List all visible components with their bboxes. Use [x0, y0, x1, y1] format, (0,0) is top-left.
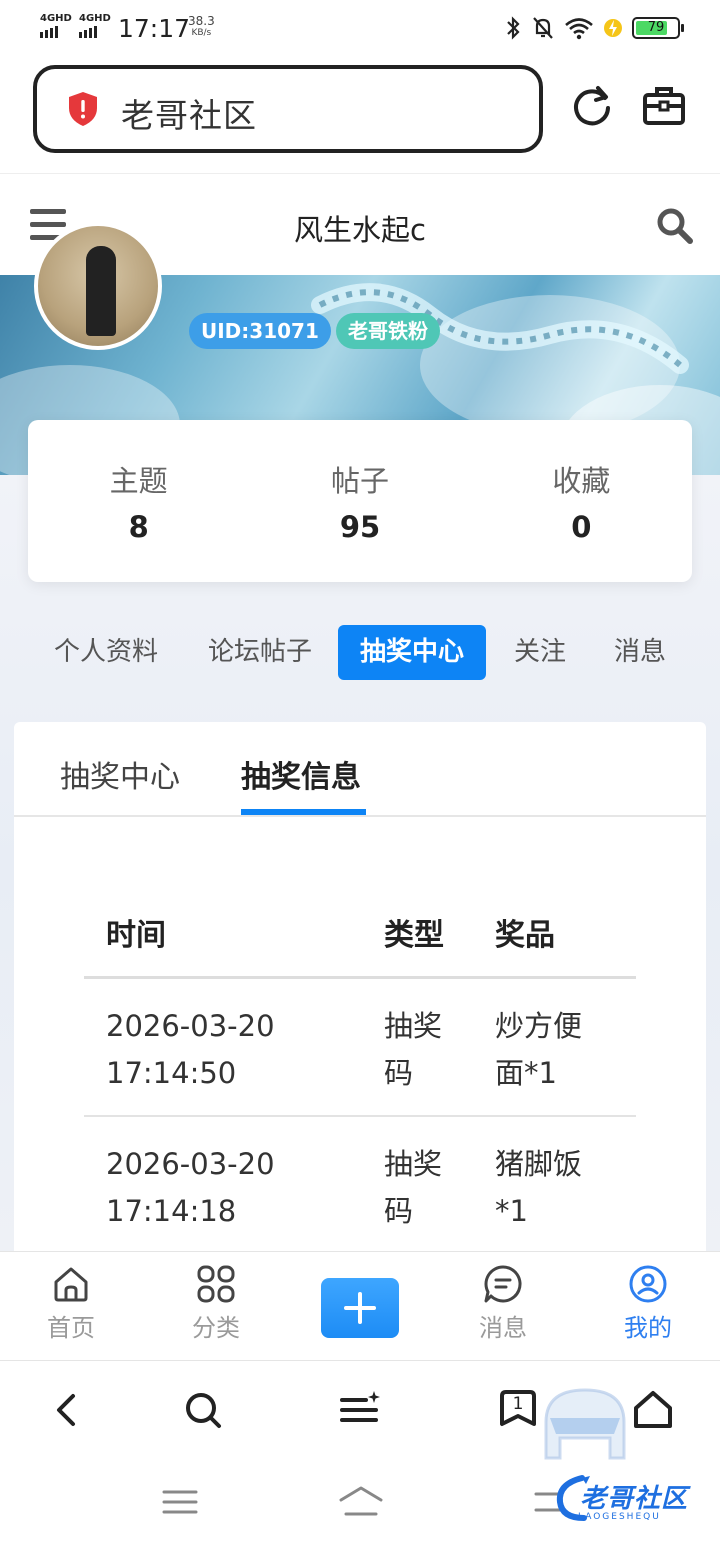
table-row: 2026-03-20 17:14:18 抽奖 码 猪脚饭 *1	[84, 1117, 636, 1255]
tab-messages[interactable]: 消息	[592, 625, 688, 680]
signal-icon-2	[79, 26, 97, 38]
bluetooth-icon	[507, 16, 520, 40]
user-icon	[629, 1265, 667, 1303]
stat-topics[interactable]: 主题 8	[28, 420, 249, 582]
subtab-lottery-center[interactable]: 抽奖中心	[60, 752, 180, 796]
nav-categories[interactable]: 分类	[161, 1264, 271, 1343]
stat-value: 8	[128, 510, 149, 544]
watermark-subtext: LAOGESHEQU	[578, 1512, 661, 1522]
nav-mine[interactable]: 我的	[593, 1264, 703, 1343]
cell-date: 2026-03-20	[106, 1147, 275, 1181]
user-group-badge: 老哥铁粉	[336, 313, 440, 349]
network-type-2: 4GHD	[79, 13, 111, 24]
type-line: 码	[384, 1194, 414, 1228]
speed-value: 38.3	[188, 14, 215, 28]
cell-clock: 17:14:18	[106, 1194, 237, 1228]
floating-helmet-icon	[544, 1388, 626, 1460]
column-header-type: 类型	[384, 918, 444, 953]
security-shield-icon[interactable]	[67, 91, 99, 127]
cell-type: 抽奖 码	[384, 1141, 442, 1235]
search-icon[interactable]	[656, 207, 694, 245]
nav-label: 首页	[47, 1314, 95, 1342]
url-text: 老哥社区	[121, 96, 257, 135]
nav-messages[interactable]: 消息	[448, 1264, 558, 1343]
subtab-lottery-info[interactable]: 抽奖信息	[241, 752, 361, 796]
prize-line: 面*1	[495, 1056, 557, 1090]
menu-sparkle-icon[interactable]	[338, 1388, 382, 1432]
signal-icon	[40, 26, 58, 38]
status-bar: 4GHD 4GHD 17:17 38.3 KB/s 79	[0, 0, 720, 58]
battery-percent: 79	[647, 20, 665, 35]
cell-date: 2026-03-20	[106, 1009, 275, 1043]
clock: 17:17	[118, 14, 191, 43]
prize-line: 猪脚饭	[495, 1147, 583, 1181]
tab-following[interactable]: 关注	[492, 625, 588, 680]
column-header-time: 时间	[106, 918, 166, 953]
tabs-icon[interactable]: 1	[496, 1386, 540, 1430]
active-tab-indicator	[241, 809, 366, 815]
browser-toolbar: 1	[0, 1362, 720, 1462]
cell-prize: 炒方便 面*1	[495, 1003, 582, 1097]
system-home-icon[interactable]	[338, 1482, 384, 1522]
prize-line: 炒方便	[495, 1009, 583, 1043]
stat-value: 0	[571, 510, 592, 544]
home-icon	[54, 1267, 88, 1302]
tab-count: 1	[512, 1394, 524, 1414]
url-field[interactable]: 老哥社区	[33, 65, 543, 153]
uid-badge: UID:31071	[189, 313, 331, 349]
stat-label: 帖子	[330, 464, 389, 498]
bell-muted-icon	[533, 17, 553, 39]
cell-time: 2026-03-20 17:14:18	[106, 1141, 275, 1235]
watermark-text: 老哥社区	[580, 1484, 689, 1514]
cell-clock: 17:14:50	[106, 1056, 237, 1090]
lottery-card: 抽奖中心 抽奖信息 时间 类型 奖品 2026-03-20 17:14:50 抽…	[14, 722, 706, 1262]
grid-icon	[197, 1265, 235, 1303]
stats-card: 主题 8 帖子 95 收藏 0	[28, 420, 692, 582]
stat-posts[interactable]: 帖子 95	[249, 420, 470, 582]
stat-value: 95	[339, 510, 381, 544]
app-bottom-nav: 首页 分类 消息 我的	[0, 1251, 720, 1361]
cell-type: 抽奖 码	[384, 1003, 442, 1097]
prize-line: *1	[495, 1194, 528, 1228]
refresh-icon[interactable]	[570, 84, 614, 128]
type-line: 抽奖	[384, 1147, 443, 1181]
site-watermark-logo: 老哥社区 LAOGESHEQU	[552, 1470, 712, 1530]
cell-time: 2026-03-20 17:14:50	[106, 1003, 275, 1097]
nav-label: 我的	[624, 1314, 672, 1342]
table-row: 2026-03-20 17:14:50 抽奖 码 炒方便 面*1	[84, 979, 636, 1117]
tab-profile[interactable]: 个人资料	[32, 625, 180, 680]
lottery-subtabs: 抽奖中心 抽奖信息	[14, 722, 706, 817]
nav-home[interactable]: 首页	[16, 1264, 126, 1343]
network-speed: 38.3 KB/s	[188, 15, 215, 39]
plus-icon[interactable]	[321, 1278, 399, 1338]
stat-label: 主题	[109, 464, 168, 498]
toolbox-icon[interactable]	[642, 84, 686, 128]
browser-address-bar: 老哥社区	[0, 58, 720, 174]
recent-apps-icon[interactable]	[160, 1482, 200, 1522]
nav-label: 分类	[192, 1314, 240, 1342]
search-icon[interactable]	[181, 1388, 225, 1432]
tab-forum-posts[interactable]: 论坛帖子	[186, 625, 334, 680]
type-line: 码	[384, 1056, 414, 1090]
back-icon[interactable]	[45, 1388, 89, 1432]
avatar[interactable]	[34, 222, 162, 350]
charging-icon	[604, 19, 622, 37]
chat-icon	[484, 1265, 522, 1303]
column-header-prize: 奖品	[495, 918, 555, 953]
stat-favorites[interactable]: 收藏 0	[471, 420, 692, 582]
home-icon[interactable]	[631, 1388, 675, 1432]
type-line: 抽奖	[384, 1009, 443, 1043]
stat-label: 收藏	[552, 464, 611, 498]
wifi-icon	[565, 18, 593, 40]
nav-label: 消息	[479, 1314, 527, 1342]
network-type-1: 4GHD	[40, 13, 72, 24]
speed-unit: KB/s	[191, 28, 212, 38]
tab-lottery-center[interactable]: 抽奖中心	[338, 625, 487, 680]
profile-tabs: 个人资料 论坛帖子 抽奖中心 关注 消息	[0, 625, 720, 681]
battery-icon: 79	[632, 17, 684, 39]
cell-prize: 猪脚饭 *1	[495, 1141, 582, 1235]
status-icons: 79	[504, 16, 684, 40]
